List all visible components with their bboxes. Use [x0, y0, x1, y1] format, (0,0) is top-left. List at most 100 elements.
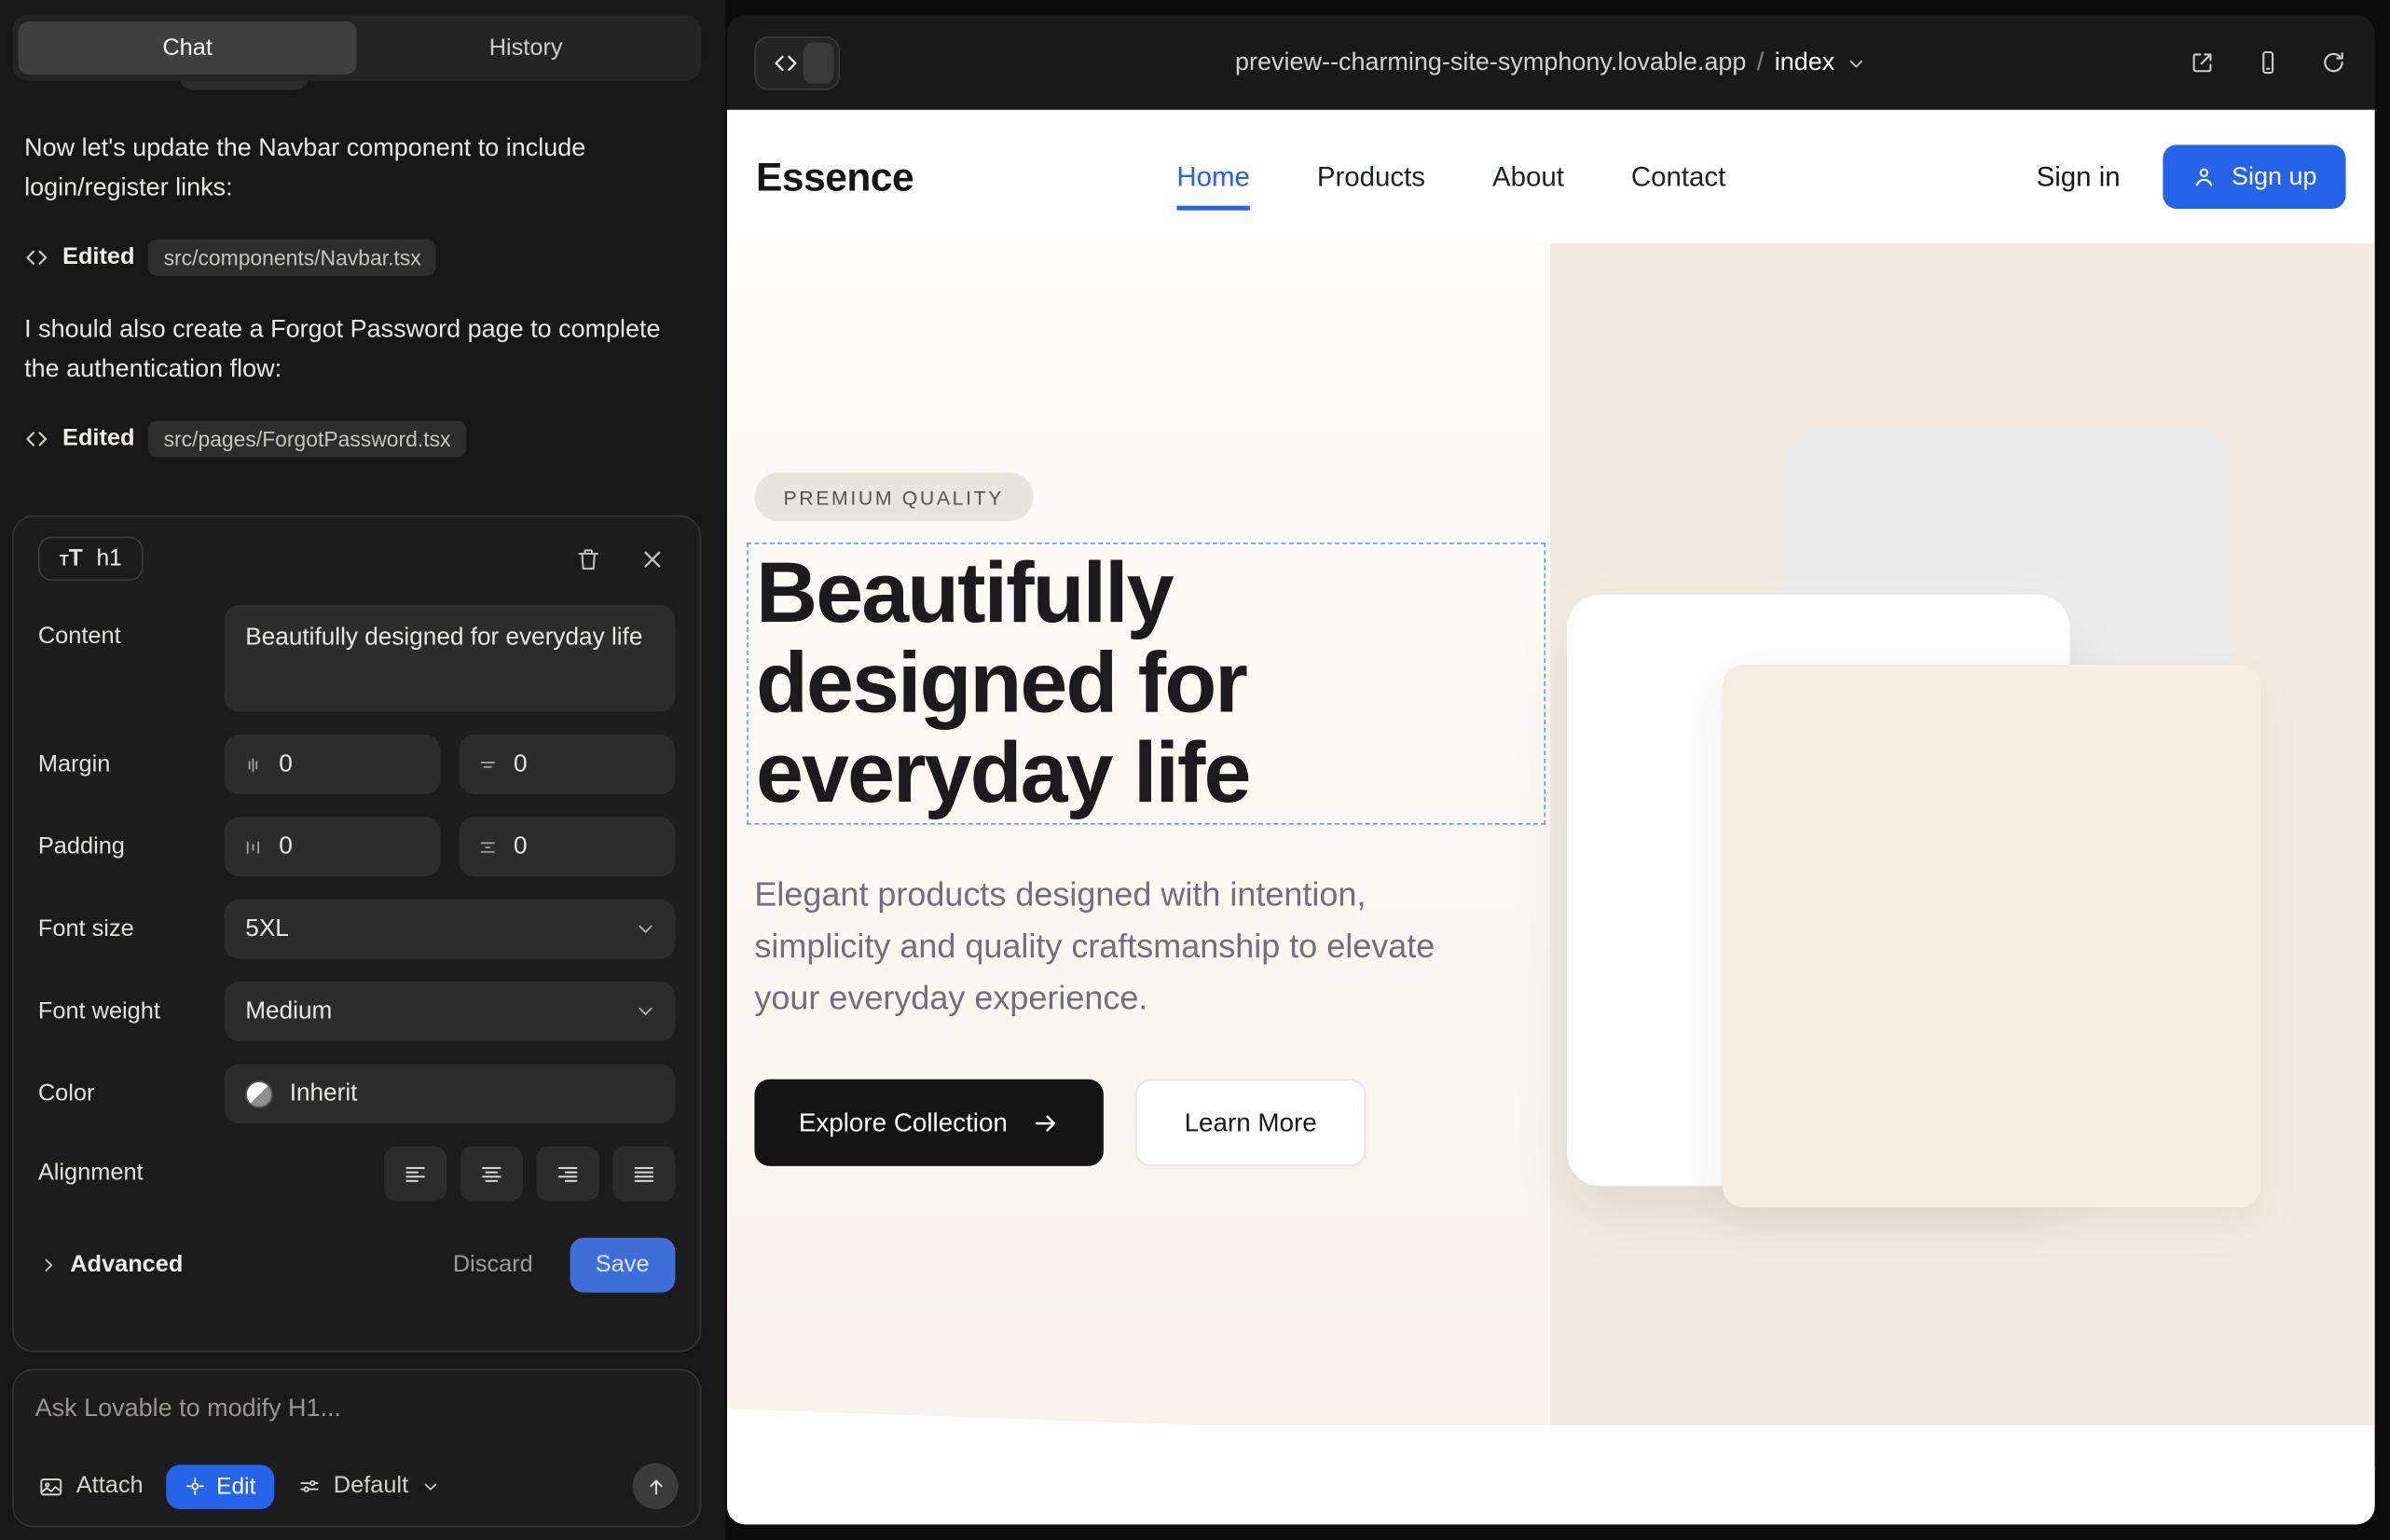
- advanced-label: Advanced: [70, 1251, 183, 1278]
- explore-collection-button[interactable]: Explore Collection: [754, 1079, 1103, 1166]
- nav-link-products[interactable]: Products: [1317, 161, 1425, 193]
- sign-up-label: Sign up: [2232, 162, 2317, 191]
- discard-button[interactable]: Discard: [453, 1251, 533, 1278]
- align-center-button[interactable]: [460, 1147, 523, 1202]
- color-swatch: [245, 1080, 272, 1107]
- open-external-icon[interactable]: [2189, 48, 2216, 76]
- headline-line: everyday life: [756, 728, 1544, 818]
- edit-mode-button[interactable]: Edit: [166, 1464, 274, 1508]
- padding-horizontal-input[interactable]: [279, 833, 422, 860]
- code-icon: [24, 426, 48, 450]
- padding-vertical-field[interactable]: [459, 817, 675, 876]
- save-button[interactable]: Save: [570, 1238, 675, 1293]
- inspector-header: TT h1: [38, 537, 676, 581]
- margin-label: Margin: [38, 750, 224, 777]
- padding-vertical-icon: [477, 836, 499, 858]
- color-value: Inherit: [290, 1080, 358, 1107]
- premium-quality-badge: PREMIUM QUALITY: [754, 473, 1033, 521]
- hero-paragraph: Elegant products designed with intention…: [754, 869, 1504, 1024]
- chat-messages: Now let's update the Navbar component to…: [24, 128, 694, 489]
- color-select[interactable]: Inherit: [224, 1064, 675, 1123]
- app-window: Chat History Now let's update the Navbar…: [0, 0, 2390, 1540]
- sign-up-button[interactable]: Sign up: [2163, 144, 2345, 209]
- tab-chat[interactable]: Chat: [19, 21, 357, 75]
- attach-label: Attach: [76, 1473, 144, 1500]
- composer-toolbar: Attach Edit Default: [38, 1464, 679, 1509]
- font-weight-select[interactable]: Medium: [224, 982, 675, 1041]
- sidebar-tabs: Chat History: [12, 15, 701, 80]
- edited-label: Edited: [62, 425, 134, 452]
- content-row: Content Beautifully designed for everyda…: [38, 605, 676, 711]
- h1-selection-outline[interactable]: Beautifully designed for everyday life: [747, 543, 1545, 825]
- padding-horizontal-field[interactable]: [224, 817, 440, 876]
- send-button[interactable]: [633, 1464, 679, 1509]
- align-left-button[interactable]: [384, 1147, 446, 1202]
- model-default-button[interactable]: Default: [297, 1473, 441, 1500]
- sliders-icon: [297, 1474, 322, 1498]
- composer-input[interactable]: [35, 1395, 679, 1423]
- color-label: Color: [38, 1080, 224, 1107]
- hero-headline[interactable]: Beautifully designed for everyday life: [756, 549, 1544, 818]
- margin-vertical-field[interactable]: [459, 735, 675, 794]
- decor-card-beige: [1723, 665, 2260, 1207]
- padding-horizontal-icon: [242, 836, 264, 858]
- font-size-value: 5XL: [245, 915, 289, 942]
- browser-actions: [2189, 48, 2347, 76]
- element-tag-label: h1: [96, 545, 121, 571]
- explore-collection-label: Explore Collection: [799, 1107, 1008, 1138]
- chevron-down-icon: [634, 917, 657, 941]
- edited-file-row: Edited src/pages/ForgotPassword.tsx: [24, 420, 694, 457]
- align-right-button[interactable]: [537, 1147, 599, 1202]
- margin-vertical-input[interactable]: [514, 750, 657, 777]
- selected-element-chip[interactable]: TT h1: [38, 537, 144, 581]
- alignment-row: Alignment: [38, 1147, 676, 1202]
- auth-actions: Sign in Sign up: [2037, 144, 2346, 209]
- inspector-footer: Advanced Discard Save: [38, 1238, 676, 1293]
- preview-frame: preview--charming-site-symphony.lovable.…: [727, 15, 2375, 1524]
- text-size-icon: TT: [60, 547, 83, 571]
- trash-icon[interactable]: [574, 545, 601, 572]
- site-navbar: Essence Home Products About Contact Sign…: [727, 110, 2375, 244]
- sign-in-link[interactable]: Sign in: [2037, 161, 2121, 193]
- toggle-segment[interactable]: [804, 42, 834, 83]
- chevron-down-icon: [420, 1477, 440, 1496]
- nav-link-contact[interactable]: Contact: [1631, 161, 1725, 193]
- font-weight-label: Font weight: [38, 997, 224, 1024]
- site-canvas: Essence Home Products About Contact Sign…: [727, 110, 2375, 1524]
- url-path: index: [1775, 48, 1835, 77]
- edited-label: Edited: [62, 243, 134, 270]
- inspector-actions: [574, 545, 675, 572]
- margin-horizontal-field[interactable]: [224, 735, 440, 794]
- mobile-view-icon[interactable]: [2254, 48, 2281, 76]
- user-icon: [2191, 165, 2216, 189]
- chevron-down-icon: [634, 1000, 657, 1024]
- chat-sidebar: Chat History Now let's update the Navbar…: [0, 0, 725, 1540]
- file-chip[interactable]: src/components/Navbar.tsx: [148, 239, 436, 275]
- font-weight-value: Medium: [245, 997, 332, 1024]
- site-logo[interactable]: Essence: [756, 153, 913, 200]
- learn-more-button[interactable]: Learn More: [1135, 1079, 1366, 1166]
- font-size-select[interactable]: 5XL: [224, 900, 675, 959]
- margin-horizontal-input[interactable]: [279, 750, 422, 777]
- close-icon[interactable]: [639, 545, 666, 572]
- hero-background-left: [727, 244, 1550, 1425]
- headline-line: designed for: [756, 639, 1544, 728]
- content-label: Content: [38, 605, 224, 651]
- code-view-toggle[interactable]: [754, 35, 840, 89]
- align-justify-button[interactable]: [612, 1147, 675, 1202]
- attach-button[interactable]: Attach: [38, 1473, 144, 1500]
- chat-composer: Attach Edit Default: [12, 1368, 701, 1527]
- tab-history[interactable]: History: [357, 21, 695, 75]
- file-chip[interactable]: src/pages/ForgotPassword.tsx: [148, 420, 466, 457]
- refresh-icon[interactable]: [2320, 48, 2347, 76]
- site-nav-links: Home Products About Contact: [1176, 161, 1725, 193]
- url-bar[interactable]: preview--charming-site-symphony.lovable.…: [1235, 48, 1867, 77]
- chevron-down-icon: [1846, 53, 1867, 75]
- chevron-right-icon: [38, 1255, 60, 1276]
- nav-link-home[interactable]: Home: [1176, 161, 1250, 193]
- padding-vertical-input[interactable]: [514, 833, 657, 860]
- content-field[interactable]: Beautifully designed for everyday life: [224, 605, 675, 711]
- nav-link-about[interactable]: About: [1492, 161, 1564, 193]
- edited-file-row: Edited src/components/Navbar.tsx: [24, 239, 694, 275]
- advanced-toggle[interactable]: Advanced: [38, 1251, 183, 1278]
